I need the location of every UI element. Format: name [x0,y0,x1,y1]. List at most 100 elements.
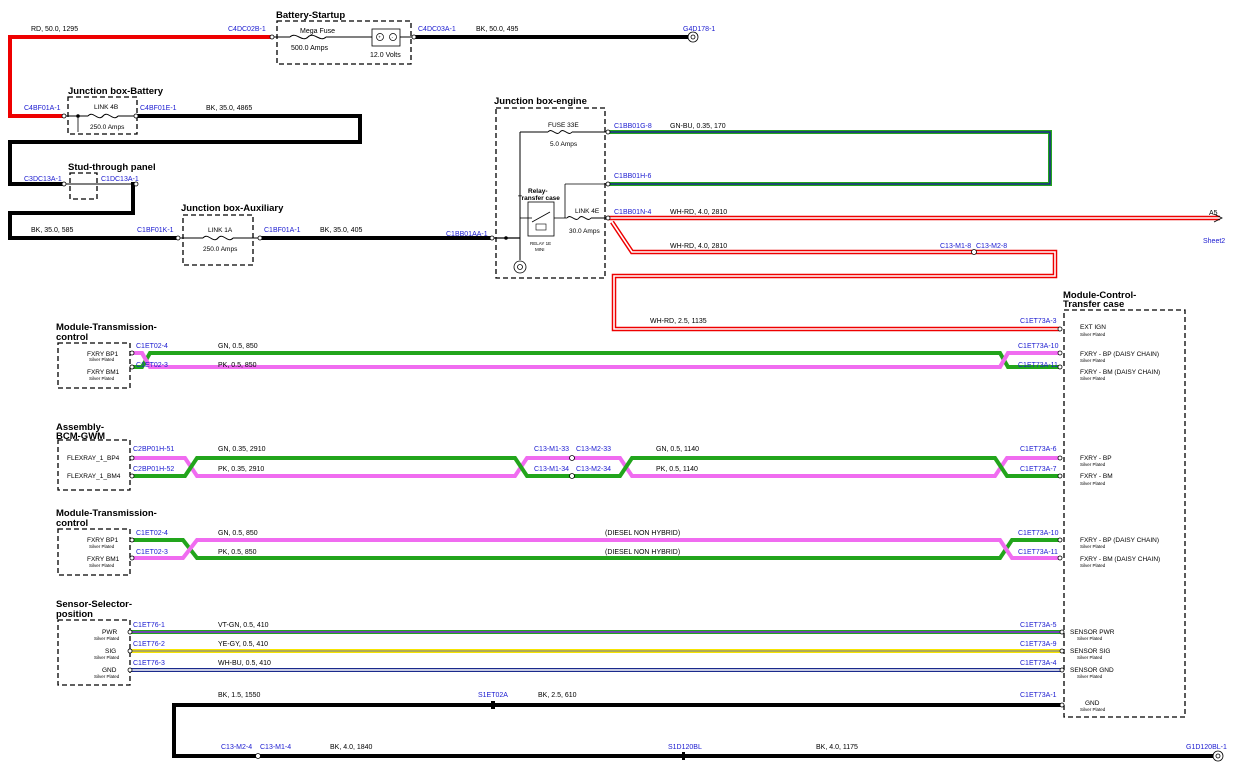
conn-c1et73a11a: C1ET73A-11 [1018,362,1058,369]
stud-panel-title: Stud-through panel [68,162,156,173]
svg-text:Silver Plated: Silver Plated [1077,636,1103,641]
assembly-bcm-gwm[interactable]: Assembly- BCM-GWM FLEXRAY_1_BP4 FLEXRAY_… [56,422,131,491]
mcc-pin-fxry-bp-dc-a: FXRY - BP (DAISY CHAIN)Silver Plated [1080,351,1159,363]
sensor-pin-gnd: GND [102,667,117,674]
mcc-pin-ext-ign: EXT IGNSilver Plated [1080,324,1106,337]
sheet-ref: A5 [1209,210,1218,217]
svg-text:Silver Plated: Silver Plated [1080,376,1106,381]
conn-s1d120bl: S1D120BL [668,744,702,751]
mcc-pin-sensor-gnd: SENSOR GNDSilver Plated [1070,667,1114,679]
fuse-33e-label: FUSE 33E [548,122,579,129]
label-bk-405: BK, 35.0, 405 [320,227,363,234]
jb-battery-title: Junction box-Battery [68,86,164,97]
relay-title: Relay- [528,188,548,195]
conn-c1et02-3b: C1ET02-3 [136,549,168,556]
svg-text:Silver Plated: Silver Plated [1080,544,1106,549]
conn-c13m14: C13-M1-4 [260,744,291,751]
relay-sub: MINI [535,247,545,252]
conn-g4d178: G4D178-1 [683,26,715,33]
mega-fuse-label: Mega Fuse [300,28,335,35]
mcc-pin-fxry-bm-dc-a: FXRY - BM (DAISY CHAIN)Silver Plated [1080,369,1160,381]
label-bk-1550: BK, 1.5, 1550 [218,692,261,699]
sensor-pin-pwr-note: Silver Plated [94,636,120,641]
label-bk-1175: BK, 4.0, 1175 [816,744,858,751]
mega-fuse-rating: 500.0 Amps [291,45,328,52]
conn-c4dc03a: C4DC03A-1 [418,26,456,33]
wire-bk-4865[interactable] [8,114,362,186]
label-pk-1140: PK, 0.5, 1140 [656,466,698,473]
link-1a-rating: 250.0 Amps [203,246,238,253]
label-gnbu-170: GN-BU, 0.35, 170 [670,123,726,130]
tcm1-pin-bm1: FXRY BM1 [87,369,120,376]
conn-c1et73a3: C1ET73A-3 [1020,318,1057,325]
junction-box-engine[interactable]: Junction box-engine FUSE 33E 5.0 Amps Re… [492,96,608,279]
jb-aux-title: Junction box-Auxiliary [181,203,284,214]
module-control-transfer-case[interactable]: Module-Control- Transfer case EXT IGNSil… [1063,290,1186,718]
sensor-title-2: position [56,609,93,620]
conn-c13m234: C13-M2-34 [576,466,611,473]
sensor-pin-sig: SIG [105,648,116,655]
tcm2-pin-bm1-note: Silver Plated [89,563,115,568]
sensor-pin-sig-note: Silver Plated [94,655,120,660]
link-1a-icon [202,235,234,241]
battery-voltage: 12.0 Volts [370,52,401,59]
sensor-selector-position[interactable]: Sensor-Selector- position PWR Silver Pla… [56,599,132,686]
tcm1-pin-bp1-note: Silver Plated [89,357,115,362]
mega-fuse-icon [289,34,327,40]
wire-wh-rd-branch[interactable] [610,220,1060,332]
connector-labels: C4DC02B-1 C4DC03A-1 G4D178-1 C4BF01A-1 C… [24,26,1227,751]
svg-text:FXRY - BM: FXRY - BM [1080,473,1113,480]
conn-c13m28: C13-M2-8 [976,243,1007,250]
link-4e-icon [566,216,592,220]
conn-c1et73a10a: C1ET73A-10 [1018,343,1059,350]
junction-box-auxiliary[interactable]: Junction box-Auxiliary LINK 1A 250.0 Amp… [178,203,284,266]
svg-text:Silver Plated: Silver Plated [1080,481,1106,486]
label-gn-1140: GN, 0.5, 1140 [656,446,699,453]
flexray-tcm1[interactable] [132,351,1060,369]
conn-c1et02-3a: C1ET02-3 [136,362,168,369]
label-gn-850b: GN, 0.5, 850 [218,530,258,537]
svg-text:SENSOR PWR: SENSOR PWR [1070,629,1115,636]
svg-text:Silver Plated: Silver Plated [1080,462,1106,467]
link-4b-label: LINK 4B [94,104,118,111]
svg-text:FXRY - BM (DAISY CHAIN): FXRY - BM (DAISY CHAIN) [1080,556,1160,563]
tcm2-title-2: control [56,518,88,529]
bcm-pin-bm4: FLEXRAY_1_BM4 [67,473,121,480]
ground-symbol-icon [513,260,527,274]
svg-text:Silver Plated: Silver Plated [1077,674,1103,679]
svg-text:FXRY - BP (DAISY CHAIN): FXRY - BP (DAISY CHAIN) [1080,537,1159,544]
mcc-pin-gnd: GNDSilver Plated [1080,700,1106,712]
conn-c13m133: C13-M1-33 [534,446,569,453]
wire-gn-bu[interactable] [608,130,1052,186]
relay-label: RELAY 1E [530,241,551,246]
bcm-title-2: BCM-GWM [56,431,105,442]
conn-c1bf01k: C1BF01K-1 [137,227,174,234]
conn-c1et73a5: C1ET73A-5 [1020,622,1057,629]
svg-text:Silver Plated: Silver Plated [1080,707,1106,712]
label-whrd-2810b: WH-RD, 4.0, 2810 [670,243,727,250]
sensor-pin-gnd-note: Silver Plated [94,674,120,679]
diesel-note-b: (DIESEL NON HYBRID) [605,549,680,556]
conn-g1d120bl: G1D120BL-1 [1186,744,1227,751]
label-gn-850a: GN, 0.5, 850 [218,343,258,350]
label-whbu-410: WH-BU, 0.5, 410 [218,660,271,667]
sheet-name[interactable]: Sheet2 [1203,238,1225,245]
conn-c1bb01aa: C1BB01AA-1 [446,231,488,238]
conn-c1et73a6: C1ET73A-6 [1020,446,1057,453]
conn-c2bp01h52: C2BP01H-52 [133,466,174,473]
wiring-diagram: Battery-Startup Mega Fuse 500.0 Amps + -… [8,10,1227,762]
tcm1-title-2: control [56,332,88,343]
svg-text:SENSOR SIG: SENSOR SIG [1070,648,1110,655]
svg-text:Silver Plated: Silver Plated [1080,358,1106,363]
label-whrd-1135: WH-RD, 2.5, 1135 [650,318,707,325]
svg-text:Silver Plated: Silver Plated [1080,563,1106,568]
svg-text:GND: GND [1085,700,1100,707]
battery-startup[interactable]: Battery-Startup Mega Fuse 500.0 Amps + -… [272,10,414,65]
conn-c1et73a9: C1ET73A-9 [1020,641,1057,648]
label-gn-2910: GN, 0.35, 2910 [218,446,266,453]
flexray-tcm2[interactable] [132,538,1060,560]
conn-c13m134: C13-M1-34 [534,466,569,473]
bcm-pin-bp4: FLEXRAY_1_BP4 [67,455,120,462]
link-4e-label: LINK 4E [575,208,600,215]
svg-text:Silver Plated: Silver Plated [1077,655,1103,660]
